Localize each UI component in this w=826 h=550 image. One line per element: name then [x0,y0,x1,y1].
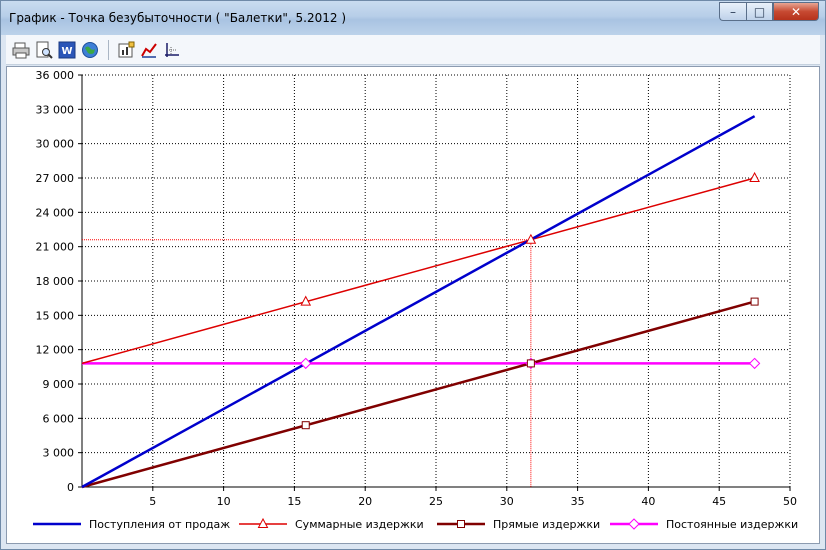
x-tick-label: 20 [358,495,372,508]
title-bar[interactable]: График - Точка безубыточности ( "Балетки… [1,1,825,35]
y-tick-label: 24 000 [36,206,75,219]
x-tick-label: 35 [571,495,585,508]
y-tick-label: 36 000 [36,69,75,82]
web-export-icon [82,41,98,58]
legend-label: Прямые издержки [493,518,600,531]
y-tick-label: 30 000 [36,138,75,151]
y-tick-label: 12 000 [36,344,75,357]
chart-properties-button[interactable] [115,39,137,61]
x-tick-label: 15 [287,495,301,508]
legend-label: Постоянные издержки [666,518,798,531]
y-tick-label: 27 000 [36,172,75,185]
print-button[interactable] [10,39,32,61]
chart-window: График - Точка безубыточности ( "Балетки… [0,0,826,550]
chart-area: 0 3 000 6 000 9 000 12 000 15 000 18 000 21 000… [6,66,820,544]
word-export-icon: W [58,41,76,58]
y-tick-label: 15 000 [36,309,75,322]
y-tick-label: 18 000 [36,275,75,288]
legend-label: Суммарные издержки [295,518,424,531]
close-button[interactable]: ✕ [773,2,819,21]
window-controls: – □ ✕ [719,2,819,22]
word-export-button[interactable]: W [56,39,78,61]
series-point [301,421,310,430]
legend-label: Поступления от продаж [89,518,230,531]
y-tick-label: 21 000 [36,241,75,254]
axes-icon [165,42,179,57]
print-preview-icon [36,41,53,59]
legend-swatch-marker [628,518,640,530]
x-tick-label: 50 [783,495,797,508]
series-point [526,359,535,368]
svg-text:W: W [61,46,72,57]
print-icon [12,42,30,58]
axes-button[interactable] [161,39,183,61]
y-tick-label: 3 000 [43,447,75,460]
x-tick-label: 5 [149,495,156,508]
print-preview-button[interactable] [33,39,55,61]
minimize-button[interactable]: – [719,2,746,21]
legend-swatch-marker [457,520,465,528]
breakeven-chart: 0 3 000 6 000 9 000 12 000 15 000 18 000 21 000… [33,69,798,531]
maximize-button[interactable]: □ [746,2,773,21]
window-title: График - Точка безубыточности ( "Балетки… [9,11,347,25]
series-point [750,297,759,306]
toolbar-separator [108,39,109,60]
chart-type-button[interactable] [138,39,160,61]
y-tick-label: 33 000 [36,103,75,116]
y-tick-label: 6 000 [43,412,75,425]
chart-type-icon [141,42,157,58]
x-tick-label: 10 [217,495,231,508]
y-tick-label: 0 [67,481,74,494]
x-tick-label: 40 [641,495,655,508]
x-tick-label: 25 [429,495,443,508]
x-tick-label: 45 [712,495,726,508]
web-export-button[interactable] [79,39,101,61]
y-tick-label: 9 000 [43,378,75,391]
toolbar: W [6,35,820,65]
chart-properties-icon [118,41,135,57]
x-tick-label: 30 [500,495,514,508]
